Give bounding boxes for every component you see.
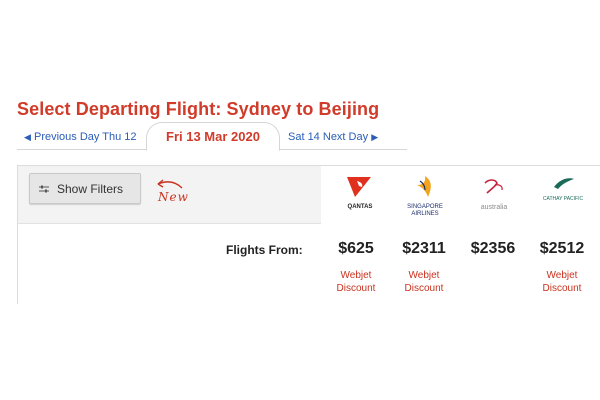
webjet-discount-badge: Webjet Discount [527,269,597,295]
airline-name: australia [480,204,508,211]
fare-column-virgin: $2356 [458,240,528,258]
next-day-date: Sat 14 [288,131,320,143]
airline-logo-virgin[interactable]: australia [464,175,524,215]
previous-day-link[interactable]: ◀ Previous Day Thu 12 [24,131,137,143]
show-filters-label: Show Filters [57,181,124,196]
flights-from-label: Flights From: [226,243,303,257]
arrow-right-icon: ▶ [371,132,379,142]
discount-line: Discount [404,283,444,294]
airline-logo-singapore[interactable]: SINGAPORE AIRLINES [395,175,455,217]
fare-price[interactable]: $2356 [458,240,528,258]
fare-price[interactable]: $2512 [527,240,597,258]
webjet-discount-badge: Webjet Discount [321,269,391,295]
page-title: Select Departing Flight: Sydney to Beiji… [17,99,380,119]
filter-bar: Show Filters New [18,166,321,224]
fare-price[interactable]: $625 [321,240,391,258]
previous-day-date: Thu 12 [102,131,137,143]
current-day-tab[interactable]: Fri 13 Mar 2020 [146,122,280,151]
webjet-discount-badge: Webjet Discount [389,269,459,295]
discount-line: Discount [542,283,582,294]
next-day-link[interactable]: Sat 14 Next Day ▶ [288,131,378,143]
cathay-brushwing-icon [554,178,574,189]
show-filters-button[interactable]: Show Filters [29,173,141,204]
new-annotation-label: New [158,190,189,204]
airline-name: QANTAS [347,204,373,210]
arrow-left-icon: ◀ [24,132,31,142]
fare-price[interactable]: $2311 [389,240,459,258]
discount-line: Discount [336,283,376,294]
fare-column-cathay: $2512 Webjet Discount [527,240,597,295]
discount-line: Webjet [546,270,578,281]
fare-column-singapore: $2311 Webjet Discount [389,240,459,295]
airline-name: SINGAPORE AIRLINES [407,204,443,217]
singapore-bird-icon [417,176,431,197]
airline-logo-cathay[interactable]: CATHAY PACIFIC [533,175,593,215]
virgin-australia-icon [484,179,503,194]
filter-sliders-icon [39,185,49,192]
next-day-label: Next Day [322,131,369,143]
discount-line: Webjet [340,270,372,281]
previous-day-label: Previous Day [33,131,100,143]
airline-name: CATHAY PACIFIC [542,196,584,202]
fare-column-qantas: $625 Webjet Discount [321,240,391,295]
airline-logo-qantas[interactable]: QANTAS [330,175,390,215]
discount-line: Webjet [408,270,440,281]
qantas-kangaroo-icon [347,177,371,197]
day-navigation: ◀ Previous Day Thu 12 Fri 13 Mar 2020 Sa… [0,122,600,152]
